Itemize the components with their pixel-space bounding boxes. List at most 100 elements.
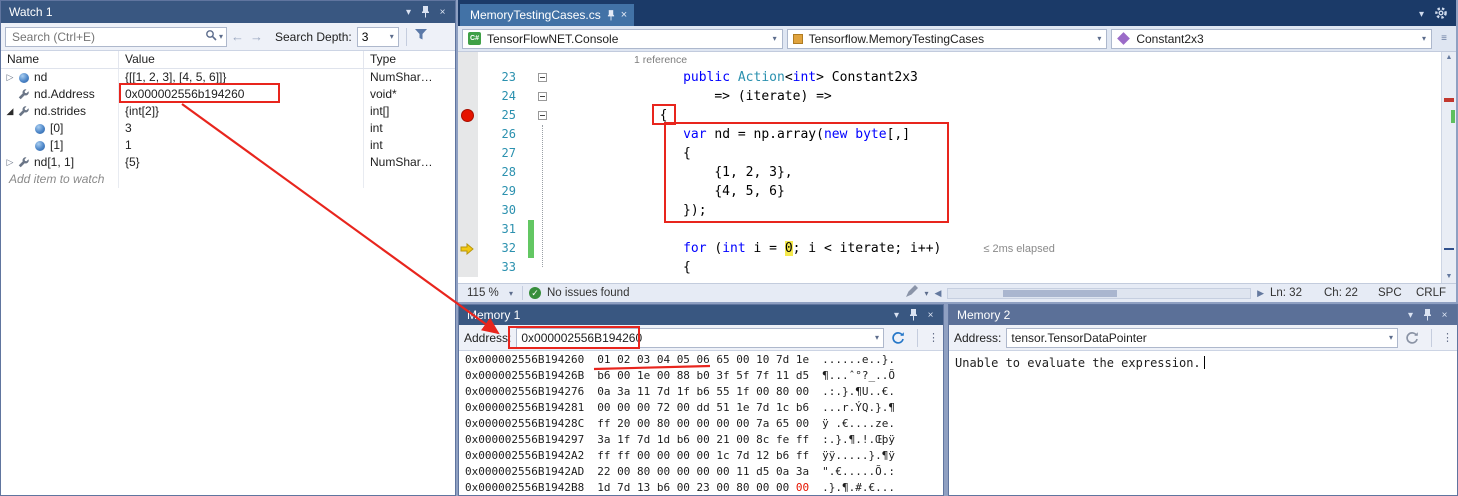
pin-icon[interactable] [417, 4, 434, 20]
close-icon[interactable]: × [922, 307, 939, 323]
outlining-margin[interactable] [534, 106, 550, 125]
breakpoint-margin[interactable] [458, 239, 478, 258]
outlining-margin[interactable] [534, 87, 550, 106]
watch-row[interactable]: ▷nd{[[1, 2, 3], [4, 5, 6]]}NumShar… [1, 69, 455, 86]
code-line[interactable]: 29 {4, 5, 6} [458, 182, 1456, 201]
scroll-up-icon[interactable]: ▲ [1442, 52, 1456, 64]
expand-arrow-icon[interactable]: ▷ [3, 154, 17, 171]
watch-row[interactable]: ▷nd[1, 1]{5}NumShar… [1, 154, 455, 171]
memory-row[interactable]: 0x000002556B1942AD22 00 80 00 00 00 00 1… [465, 464, 943, 480]
watch-value[interactable]: {[[1, 2, 3], [4, 5, 6]]} [119, 69, 364, 86]
close-icon[interactable]: × [434, 4, 451, 20]
memory-row[interactable]: 0x000002556B1942973a 1f 7d 1d b6 00 21 0… [465, 432, 943, 448]
code-line[interactable]: 31 [458, 220, 1456, 239]
code-line[interactable]: 24 => (iterate) => [458, 87, 1456, 106]
memory1-titlebar[interactable]: Memory 1 ▾ × [459, 305, 943, 325]
watch-titlebar[interactable]: Watch 1 ▾ × [1, 1, 455, 23]
watch-value[interactable]: {5} [119, 154, 364, 171]
watch-value[interactable]: {int[2]} [119, 103, 364, 120]
filter-icon[interactable] [414, 28, 428, 46]
code-line[interactable]: 26 var nd = np.array(new byte[,] [458, 125, 1456, 144]
refresh-icon[interactable] [889, 331, 907, 345]
code-line[interactable]: 25 { [458, 106, 1456, 125]
watch-row[interactable]: ◢nd.strides{int[2]}int[] [1, 103, 455, 120]
breakpoint-icon[interactable] [461, 109, 474, 122]
search-next-icon[interactable]: → [248, 29, 265, 44]
breakpoint-margin[interactable] [458, 258, 478, 277]
collapse-arrow-icon[interactable]: ◢ [3, 103, 17, 120]
horizontal-scrollbar[interactable] [947, 288, 1251, 299]
breakpoint-margin[interactable] [458, 182, 478, 201]
expand-arrow-icon[interactable]: ▷ [3, 69, 17, 86]
column-header-type[interactable]: Type [364, 51, 455, 68]
tab-close-icon[interactable]: × [621, 9, 627, 21]
toolbar-overflow-icon[interactable]: ⋮ [1442, 331, 1452, 344]
breakpoint-margin[interactable] [458, 220, 478, 239]
tab-memorytestingcases[interactable]: MemoryTestingCases.cs × [460, 4, 634, 26]
window-menu-icon[interactable]: ▾ [400, 4, 417, 20]
splitter-icon[interactable]: ≡ [1436, 29, 1452, 49]
watch-row[interactable]: [1]1int [1, 137, 455, 154]
settings-gear-icon[interactable] [1434, 6, 1448, 23]
memory-row[interactable]: 0x000002556B19428Cff 20 00 80 00 00 00 0… [465, 416, 943, 432]
memory-row[interactable]: 0x000002556B19428100 00 00 72 00 dd 51 1… [465, 400, 943, 416]
code-line[interactable]: 33 { [458, 258, 1456, 277]
breakpoint-margin[interactable] [458, 144, 478, 163]
memory2-titlebar[interactable]: Memory 2 ▾ × [949, 305, 1457, 325]
watch-row[interactable]: nd.Address0x000002556b194260void* [1, 86, 455, 103]
column-header-value[interactable]: Value [119, 51, 364, 68]
pin-icon[interactable] [1419, 307, 1436, 323]
outlining-margin[interactable] [534, 52, 550, 68]
breakpoint-margin[interactable] [458, 125, 478, 144]
watch-value[interactable] [119, 171, 364, 188]
breakpoint-margin[interactable] [458, 68, 478, 87]
code-editor[interactable]: 1 reference23 public Action<int> Constan… [458, 52, 1456, 283]
breakpoint-margin[interactable] [458, 163, 478, 182]
memory2-content[interactable]: Unable to evaluate the expression. [949, 351, 1457, 495]
code-line[interactable]: 28 {1, 2, 3}, [458, 163, 1456, 182]
memory-dump[interactable]: 0x000002556B19426001 02 03 04 05 06 65 0… [459, 351, 943, 495]
memory-row[interactable]: 0x000002556B1942A2ff ff 00 00 00 00 1c 7… [465, 448, 943, 464]
column-header-name[interactable]: Name [1, 51, 119, 68]
outlining-margin[interactable] [534, 68, 550, 87]
zoom-select[interactable]: 115 % ▾ [464, 286, 516, 301]
memory-row[interactable]: 0x000002556B1942760a 3a 11 7d 1f b6 55 1… [465, 384, 943, 400]
search-options-chevron-icon[interactable]: ▾ [219, 32, 223, 41]
watch-value[interactable]: 1 [119, 137, 364, 154]
code-line[interactable]: 32 for (int i = 0; i < iterate; i++)≤ 2m… [458, 239, 1456, 258]
cleanup-chevron-icon[interactable]: ▾ [924, 289, 928, 298]
collapse-region-icon[interactable] [538, 111, 547, 120]
pin-icon[interactable] [905, 307, 922, 323]
refresh-icon[interactable] [1403, 331, 1421, 345]
code-line[interactable]: 30 }); [458, 201, 1456, 220]
scroll-left-icon[interactable]: ◀ [934, 288, 941, 299]
memory2-address-combo[interactable]: tensor.TensorDataPointer ▾ [1006, 328, 1398, 348]
window-menu-icon[interactable]: ▾ [888, 307, 905, 323]
memory-row[interactable]: 0x000002556B1942B81d 7d 13 b6 00 23 00 8… [465, 480, 943, 495]
tab-list-chevron-icon[interactable]: ▾ [1419, 9, 1424, 20]
search-prev-icon[interactable]: ← [229, 29, 246, 44]
address-chevron-icon[interactable]: ▾ [1389, 333, 1393, 342]
member-dropdown[interactable]: Constant2x3 ▾ [1111, 29, 1432, 49]
issues-status[interactable]: No issues found [547, 287, 629, 299]
breakpoint-margin[interactable] [458, 106, 478, 125]
close-icon[interactable]: × [1436, 307, 1453, 323]
codelens-row[interactable]: 1 reference [458, 52, 1456, 68]
search-depth-select[interactable]: 3 ▾ [357, 27, 399, 47]
project-dropdown[interactable]: C# TensorFlowNET.Console ▾ [462, 29, 783, 49]
collapse-region-icon[interactable] [538, 73, 547, 82]
scroll-right-icon[interactable]: ▶ [1257, 288, 1264, 299]
watch-row[interactable]: Add item to watch [1, 171, 455, 188]
code-cleanup-icon[interactable] [905, 285, 918, 301]
window-menu-icon[interactable]: ▾ [1402, 307, 1419, 323]
collapse-region-icon[interactable] [538, 92, 547, 101]
search-box[interactable]: ▾ [5, 27, 227, 47]
breakpoint-margin[interactable] [458, 87, 478, 106]
toolbar-overflow-icon[interactable]: ⋮ [928, 331, 938, 344]
horizontal-scrollbar-thumb[interactable] [1003, 290, 1118, 297]
watch-row[interactable]: [0]3int [1, 120, 455, 137]
search-input[interactable] [12, 30, 205, 44]
memory-row[interactable]: 0x000002556B19426Bb6 00 1e 00 88 b0 3f 5… [465, 368, 943, 384]
watch-value[interactable]: 3 [119, 120, 364, 137]
scroll-down-icon[interactable]: ▼ [1442, 271, 1456, 283]
